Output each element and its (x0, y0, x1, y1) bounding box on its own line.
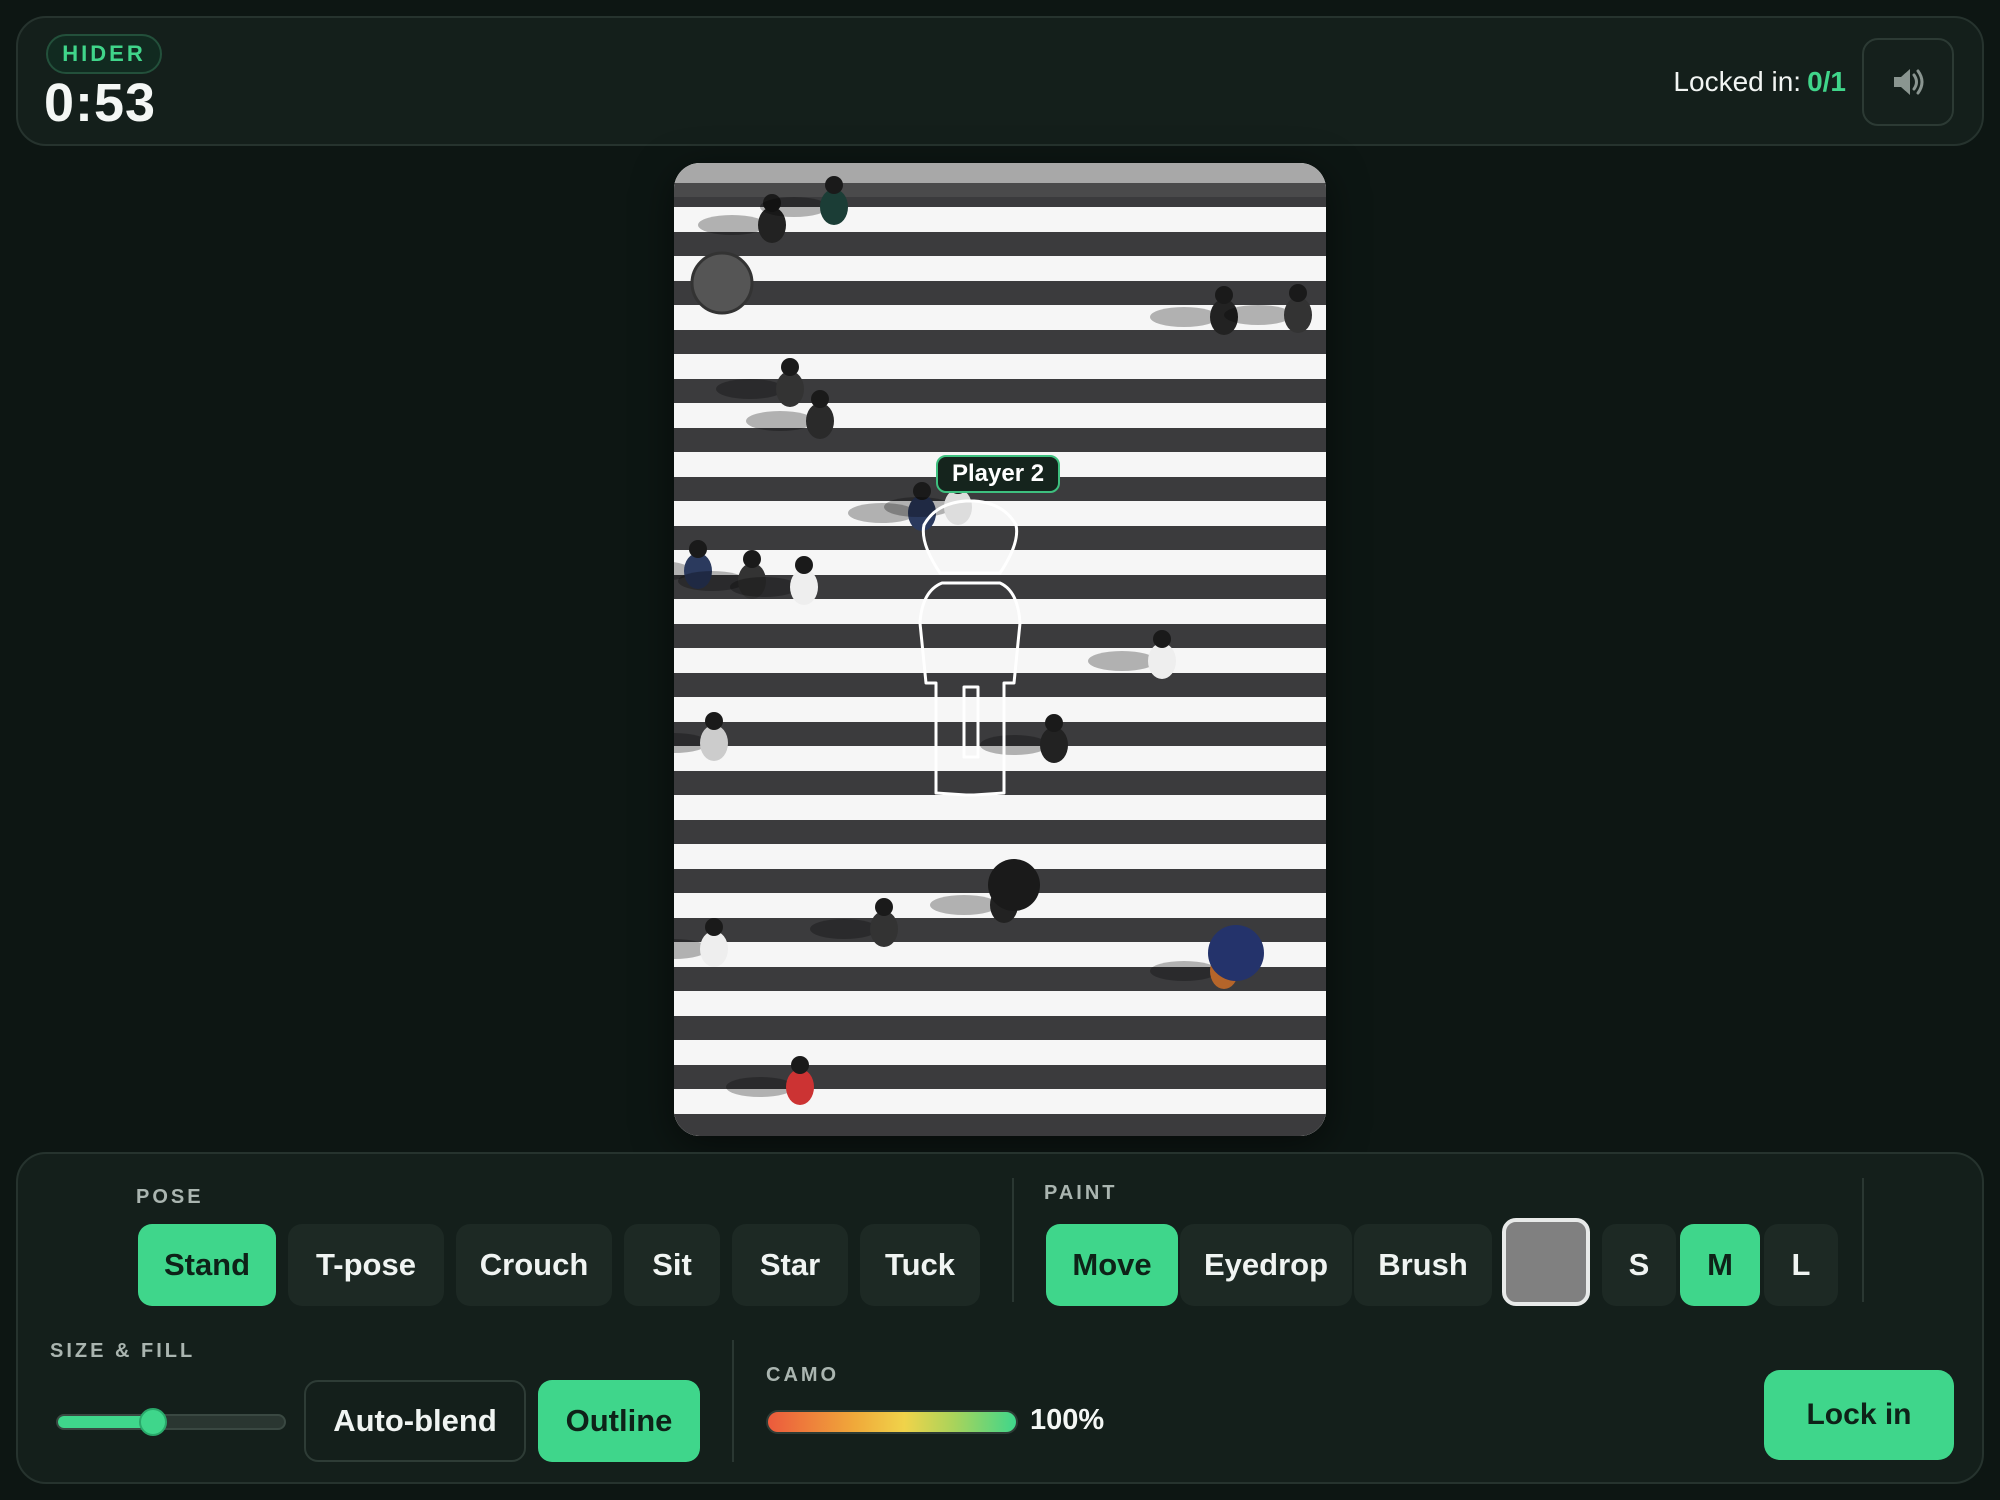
camo-meter (766, 1410, 1018, 1434)
camo-value: 100% (1030, 1404, 1105, 1436)
pose-star-button[interactable]: Star (732, 1224, 848, 1306)
locked-in-label: Locked in: (1673, 66, 1802, 97)
paint-eyedrop-button[interactable]: Eyedrop (1180, 1224, 1352, 1306)
pose-crouch-button[interactable]: Crouch (456, 1224, 612, 1306)
hider-silhouette[interactable] (674, 163, 1326, 1136)
pose-section-label: POSE (136, 1186, 204, 1208)
player-tag: Player 2 (936, 455, 1061, 493)
pose-stand-button[interactable]: Stand (138, 1224, 276, 1306)
camo-section-label: CAMO (766, 1364, 840, 1386)
game-scene[interactable]: Player 2 (674, 163, 1326, 1136)
pose-paint-divider (1012, 1178, 1014, 1302)
brush-size-s-button[interactable]: S (1602, 1224, 1676, 1306)
top-bar: HIDER 0:53 Locked in: 0/1 (16, 16, 1984, 146)
size-slider-thumb[interactable] (138, 1408, 167, 1436)
lock-in-button[interactable]: Lock in (1764, 1370, 1954, 1460)
brush-size-l-button[interactable]: L (1764, 1224, 1838, 1306)
locked-in-status: Locked in: 0/1 (1673, 66, 1846, 98)
size-fill-section-label: SIZE & FILL (50, 1340, 196, 1362)
paint-brush-button[interactable]: Brush (1354, 1224, 1492, 1306)
controls-panel: POSE Stand T-pose Crouch Sit Star Tuck P… (16, 1152, 1984, 1484)
role-badge: HIDER (46, 34, 162, 74)
size-slider-track[interactable] (56, 1414, 286, 1430)
paint-end-divider (1862, 1178, 1864, 1302)
fill-camo-divider (732, 1340, 734, 1462)
paint-move-button[interactable]: Move (1046, 1224, 1178, 1306)
pose-tuck-button[interactable]: Tuck (860, 1224, 980, 1306)
auto-blend-button[interactable]: Auto-blend (304, 1380, 526, 1462)
pose-sit-button[interactable]: Sit (624, 1224, 720, 1306)
locked-in-count: 0/1 (1807, 66, 1846, 97)
outline-button[interactable]: Outline (538, 1380, 700, 1462)
round-timer: 0:53 (44, 73, 157, 133)
sound-toggle-button[interactable] (1862, 38, 1954, 126)
pose-tpose-button[interactable]: T-pose (288, 1224, 444, 1306)
paint-color-swatch[interactable] (1502, 1218, 1590, 1306)
paint-section-label: PAINT (1044, 1182, 1118, 1204)
brush-size-m-button[interactable]: M (1680, 1224, 1760, 1306)
speaker-icon (1894, 69, 1924, 95)
